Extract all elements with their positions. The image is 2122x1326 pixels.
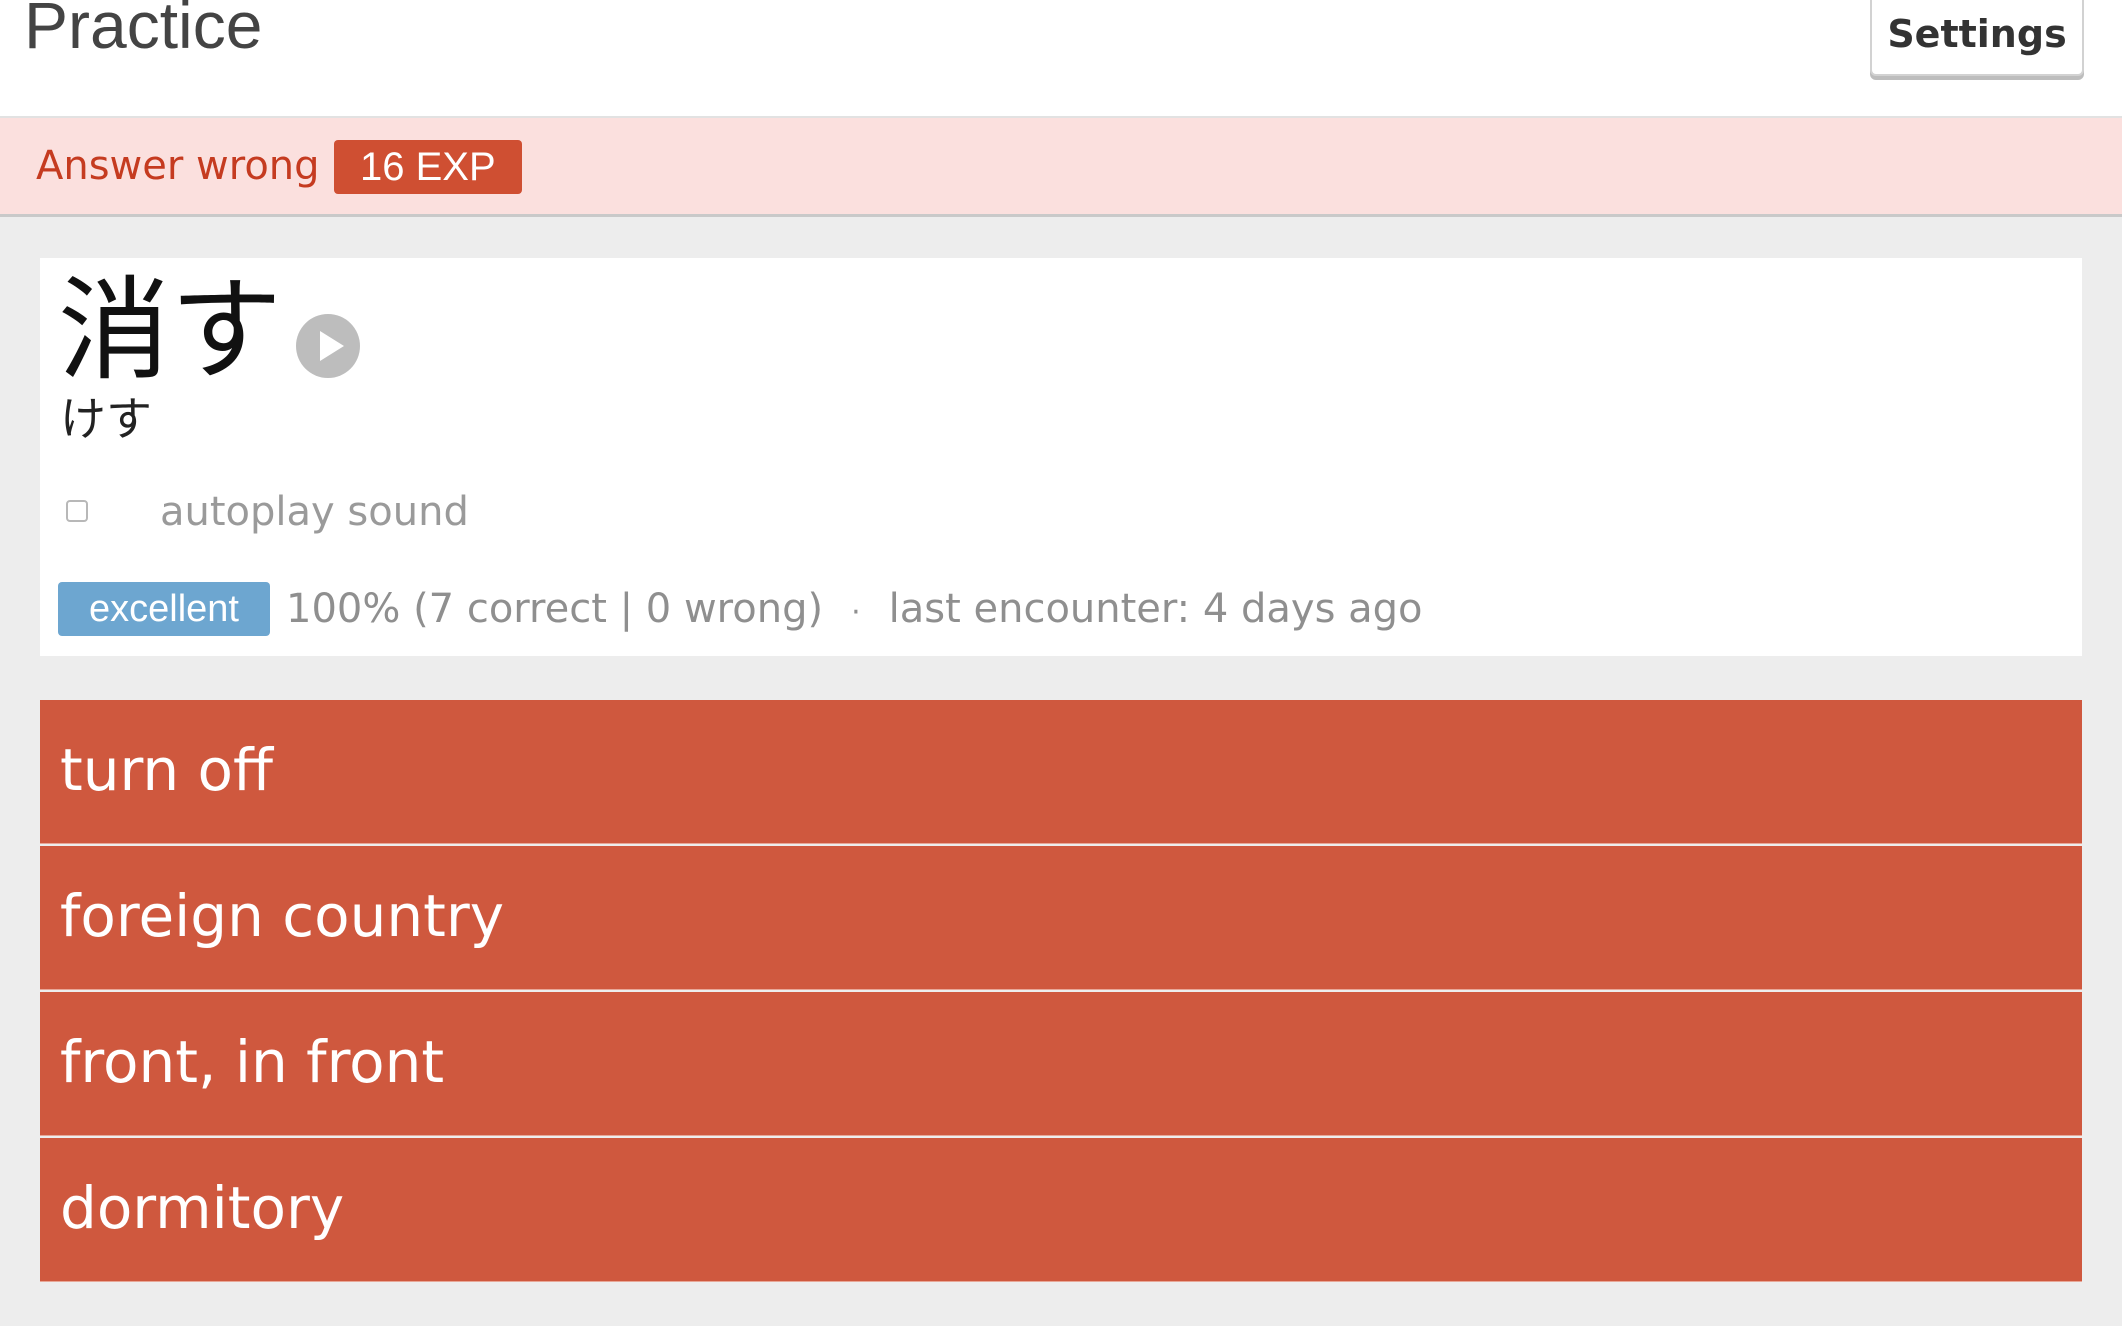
answer-wrong-alert: Answer wrong 16 EXP: [0, 118, 2122, 217]
score-text: 100% (7 correct | 0 wrong): [286, 586, 824, 632]
autoplay-label[interactable]: autoplay sound: [160, 486, 469, 538]
autoplay-checkbox[interactable]: [66, 500, 88, 522]
answer-option[interactable]: front, in front: [40, 992, 2082, 1136]
level-badge: excellent: [58, 582, 270, 636]
page-title: Practice: [24, 0, 263, 62]
separator-dot: ·: [851, 595, 861, 630]
last-encounter-text: last encounter: 4 days ago: [888, 586, 1423, 632]
answer-option[interactable]: dormitory: [40, 1138, 2082, 1282]
word-card: 消す けす autoplay sound excellent 100% (7 c…: [40, 258, 2082, 656]
stats-text: 100% (7 correct | 0 wrong) · last encounte…: [286, 580, 1423, 642]
answer-options: turn off foreign country front, in front…: [40, 700, 2082, 1282]
answer-option[interactable]: foreign country: [40, 846, 2082, 990]
play-circle-icon[interactable]: [296, 314, 360, 378]
answer-option[interactable]: turn off: [40, 700, 2082, 844]
exp-badge: 16 EXP: [334, 140, 522, 194]
word-kanji: 消す: [58, 266, 282, 396]
alert-text: Answer wrong: [36, 143, 320, 189]
word-reading: けす: [60, 392, 152, 446]
settings-button[interactable]: Settings: [1870, 0, 2084, 76]
header: Practice Settings: [0, 0, 2122, 118]
